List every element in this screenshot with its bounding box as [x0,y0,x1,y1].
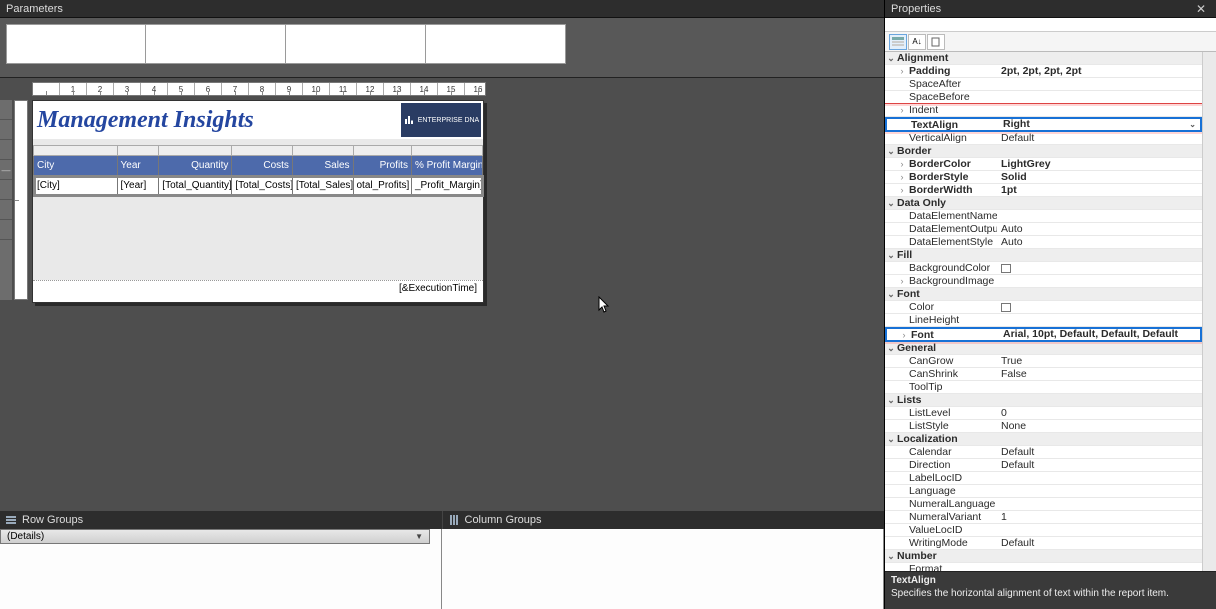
cell-year[interactable]: [Year] [117,176,159,196]
parameters-title: Parameters [6,3,63,15]
parameter-cell[interactable] [426,24,566,64]
collapse-icon[interactable]: ⌄ [885,145,897,157]
group-item-details[interactable]: (Details) ▼ [0,529,430,544]
property-textalign-row: TextAlignRight⌄ [885,117,1202,132]
col-header-margin[interactable]: % Profit Margin [411,156,482,176]
report-title[interactable]: Management Insights [35,107,254,134]
report-body-gap [33,196,483,236]
col-header-quantity[interactable]: Quantity [159,156,232,176]
col-header-year[interactable]: Year [117,156,159,176]
mouse-cursor-icon [598,296,610,314]
col-header-sales[interactable]: Sales [292,156,353,176]
report-section-gutter: — [0,100,12,300]
properties-help: TextAlign Specifies the horizontal align… [885,571,1216,609]
cell-profits[interactable]: otal_Profits] [353,176,411,196]
chevron-down-icon[interactable]: ⌄ [1189,119,1196,130]
pages-icon [931,37,941,47]
collapse-icon[interactable]: ⌄ [885,394,897,406]
sort-az-icon: A↓ [912,37,921,46]
table-data-row[interactable]: [City] [Year] [Total_Quantity] [Total_Co… [34,176,483,196]
properties-title: Properties [891,3,941,15]
property-pages-button[interactable] [927,34,945,50]
row-groups-icon [6,515,16,525]
collapse-icon[interactable]: ⌄ [885,249,897,261]
report-header: Management Insights ENTERPRISE DNA [33,101,483,139]
help-title: TextAlign [891,575,1210,586]
categorized-icon [892,37,904,47]
parameter-cell[interactable] [6,24,146,64]
parameter-cell[interactable] [146,24,286,64]
chevron-down-icon[interactable]: ▼ [415,532,423,541]
properties-grid[interactable]: ⌄Alignment ›Padding2pt, 2pt, 2pt, 2pt Sp… [885,52,1202,571]
table-header-row[interactable]: City Year Quantity Costs Sales Profits %… [34,156,483,176]
color-swatch [1001,303,1011,312]
group-item-label: (Details) [7,531,44,542]
properties-body: A↓ ⌄Alignment ›Padding2pt, 2pt, 2pt, 2pt… [885,18,1216,609]
collapse-icon[interactable]: ⌄ [885,550,897,562]
report-footer[interactable]: [&ExecutionTime] [33,280,483,302]
properties-selector-row[interactable] [885,18,1216,32]
groups-panel-body: (Details) ▼ [0,529,884,609]
row-groups-title: Row Groups [22,514,83,526]
groups-panel-header: Row Groups Column Groups [0,511,884,529]
categorized-view-button[interactable] [889,34,907,50]
execution-time-field[interactable]: [&ExecutionTime] [399,283,477,294]
logo-icon [403,114,415,126]
col-header-city[interactable]: City [34,156,118,176]
horizontal-ruler: 1 2 3 4 5 6 7 8 9 10 11 12 13 14 15 16 [32,82,486,96]
row-groups-list[interactable]: (Details) ▼ [0,529,442,609]
vertical-ruler [14,100,28,300]
column-groups-title: Column Groups [465,514,542,526]
properties-toolbar: A↓ [885,32,1216,52]
collapse-icon[interactable]: ⌄ [885,52,897,64]
properties-panel-header: Properties ✕ [885,0,1216,18]
design-surface[interactable]: — 1 2 3 4 5 6 7 8 9 10 11 12 13 14 15 16 [0,78,884,511]
property-font-row: ›FontArial, 10pt, Default, Default, Defa… [885,327,1202,342]
scrollbar[interactable] [1202,52,1216,571]
logo-image[interactable]: ENTERPRISE DNA [401,103,481,137]
report-canvas[interactable]: Management Insights ENTERPRISE DNA City … [32,100,484,303]
cell-sales[interactable]: [Total_Sales] [292,176,353,196]
collapse-icon[interactable]: ⌄ [885,197,897,209]
column-groups-list[interactable] [442,529,884,609]
col-header-costs[interactable]: Costs [232,156,293,176]
parameters-body [0,18,884,78]
collapse-icon[interactable]: ⌄ [885,288,897,300]
collapse-icon[interactable]: ⌄ [885,342,897,354]
close-icon[interactable]: ✕ [1192,2,1210,16]
parameters-panel-header: Parameters [0,0,884,18]
color-swatch [1001,264,1011,273]
cell-costs[interactable]: [Total_Costs] [232,176,293,196]
alphabetical-view-button[interactable]: A↓ [908,34,926,50]
cell-city[interactable]: [City] [34,176,118,196]
cell-margin[interactable]: _Profit_Margin] [411,176,482,196]
column-groups-icon [449,515,459,525]
help-description: Specifies the horizontal alignment of te… [891,588,1169,599]
collapse-icon[interactable]: ⌄ [885,433,897,445]
col-header-profits[interactable]: Profits [353,156,411,176]
cell-quantity[interactable]: [Total_Quantity] [159,176,232,196]
data-tablix[interactable]: City Year Quantity Costs Sales Profits %… [33,145,483,196]
parameter-cell[interactable] [286,24,426,64]
